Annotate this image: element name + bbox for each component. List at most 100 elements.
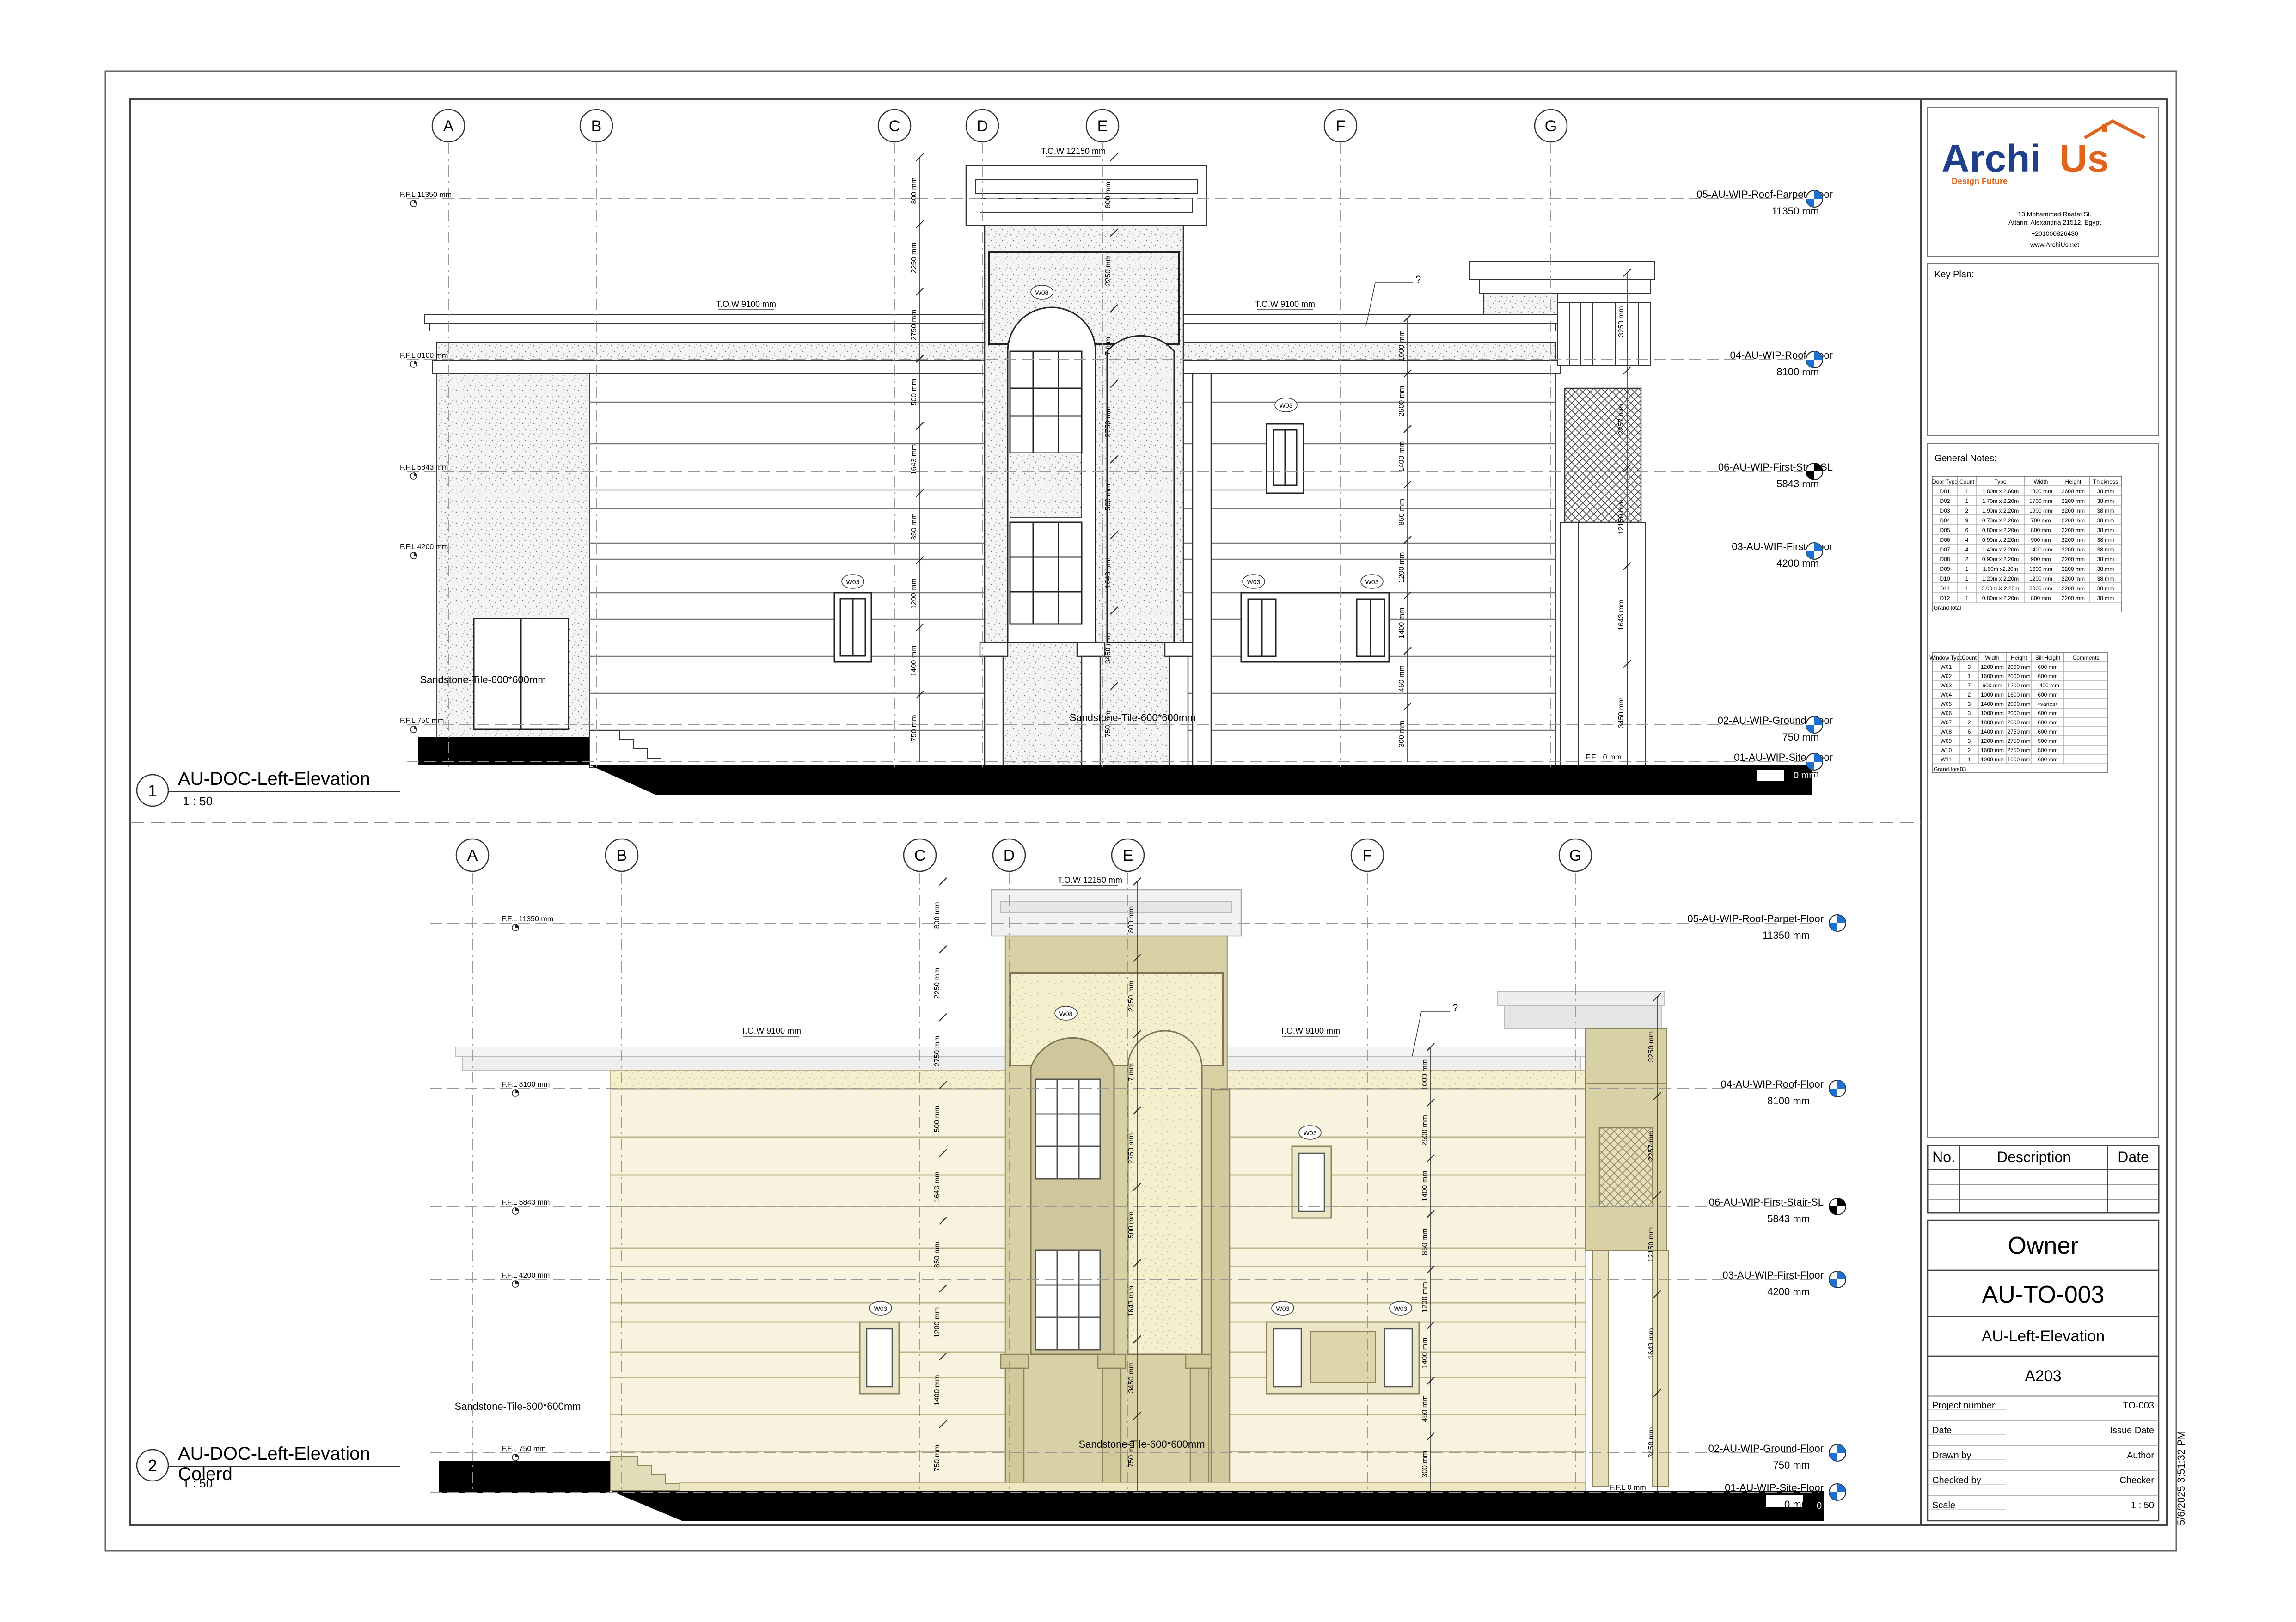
sheet-name: AU-Left-Elevation (1982, 1328, 2105, 1345)
table-cell-text: 1400 mm (2036, 682, 2059, 689)
tow-tag: T.O.W 9100 mm (716, 300, 776, 309)
marker-quadrant (1829, 1492, 1837, 1500)
window-tag: W08 (1035, 289, 1049, 296)
table-cell-text: 0.90m x 2.20m (1982, 556, 2019, 563)
table-cell-text: 2200 mm (2062, 575, 2085, 582)
table-cell-text: 1 (1965, 575, 1969, 582)
table-cell-text: 1600 mm (1981, 747, 2004, 753)
dimension-text: 450 mm (1421, 1396, 1429, 1422)
dimension-text: 1200 mm (933, 1307, 941, 1338)
level-marker-icon (1806, 351, 1823, 368)
field-value: TO-003 (2123, 1401, 2154, 1411)
level-marker-icon (1806, 753, 1823, 771)
table-cell-text: 2200 mm (2062, 546, 2085, 553)
table-cell-text: 2750 mm (2007, 738, 2030, 744)
revision-header-description: Description (1997, 1149, 2071, 1165)
table-footer: Grand total (1934, 605, 1961, 611)
table-cell-text: 2 (1965, 556, 1969, 563)
table-header: Sill Height (2035, 655, 2061, 661)
table-cell-text: 1 (1965, 595, 1969, 601)
table-cell (2063, 754, 2108, 764)
dimension-text: 3450 mm (1104, 633, 1112, 664)
dimension-text: 850 mm (933, 1241, 941, 1268)
table-cell (2063, 745, 2108, 755)
dimension-text: 1400 mm (1398, 441, 1406, 472)
table-cell-text: W04 (1941, 692, 1952, 698)
dimension-text: 2750 mm (1127, 1133, 1135, 1164)
ffl-tag: F.F.L 4200 mm (400, 543, 448, 551)
table-cell-text: 7 (1968, 682, 1971, 689)
table-cell-text: 38 mm (2097, 556, 2114, 563)
ffl-marker-fill (414, 473, 417, 476)
key-plan-label: Key Plan: (1935, 269, 1974, 280)
dimension-text: 1200 mm (910, 578, 918, 609)
revision-table: No. Description Date (1927, 1145, 2160, 1214)
ffl-marker-fill (414, 726, 417, 729)
dimension-text: 1643 mm (933, 1171, 941, 1202)
dimension-text: 12150 mm (1647, 1227, 1655, 1262)
table-cell-text: 800 mm (2031, 595, 2051, 601)
table-cell (2063, 689, 2108, 699)
table-cell-text: D06 (1940, 537, 1950, 543)
table-cell-text: 600 mm (2038, 692, 2057, 698)
table-cell-text: 3 (1968, 738, 1971, 744)
table-cell-text: 3 (1968, 664, 1971, 670)
dimension-text: 800 mm (1104, 182, 1112, 208)
marker-quadrant (1829, 923, 1837, 931)
ground-slab-colored (439, 1461, 610, 1493)
table-cell-text: 38 mm (2097, 566, 2114, 572)
table-cell-text: 38 mm (2097, 575, 2114, 582)
level-elevation: 4200 mm (1767, 1286, 1810, 1298)
table-cell-text: 1700 mm (2029, 498, 2052, 504)
window-tag: W03 (1365, 578, 1379, 586)
window-schedule-table: Window TypeCount Width Height Sill Height Co… (1929, 652, 2108, 773)
level-marker-icon (1829, 1444, 1846, 1462)
table-cell-text: D02 (1940, 498, 1950, 504)
dimension-text: 500 mm (1127, 1212, 1135, 1238)
marker-quadrant (1829, 1206, 1837, 1215)
table-cell-text: 1 (1965, 498, 1969, 504)
elevation-1 (418, 165, 1812, 795)
table-cell-text: 1.90m x 2.20m (1982, 508, 2019, 514)
table-cell-text: 900 mm (2031, 556, 2051, 563)
dimension-text: 1643 mm (1104, 557, 1112, 588)
grid-label: G (1569, 847, 1581, 864)
field-value: Checker (2120, 1475, 2155, 1486)
level-name: 02-AU-WIP-Ground-Floor (1708, 1443, 1824, 1454)
address-line: Attarin, Alexandria 21512, Egypt (2008, 219, 2101, 226)
level-name: 05-AU-WIP-Roof-Parpet-Floor (1687, 913, 1824, 924)
ffl-tag: F.F.L 11350 mm (400, 191, 452, 199)
table-cell-text: 0.80m x 2.20m (1982, 527, 2019, 533)
table-cell-text: 3000 mm (2029, 585, 2052, 592)
dimension-text: 300 mm (1398, 721, 1406, 747)
window-tag: W03 (1280, 402, 1293, 409)
field-label: Drawn by (1932, 1451, 1971, 1461)
table-cell-text: 38 mm (2097, 508, 2114, 514)
table-cell-text: 1200 mm (1981, 738, 2004, 744)
table-cell-text: W11 (1941, 756, 1952, 763)
drawing-sheet: Archi Us Design Future 13 Mohammad Raafa… (104, 70, 2187, 1552)
table-cell-text: D11 (1940, 585, 1950, 592)
ffl-tag: F.F.L 5843 mm (502, 1199, 550, 1206)
table-cell-text: 1000 mm (1981, 692, 2004, 698)
dimension-text: 1400 mm (933, 1375, 941, 1406)
ffl-tag: F.F.L 5843 mm (400, 464, 448, 471)
title-block-fields: Project number TO-003 Date Issue Date Drawn … (1928, 1401, 2159, 1511)
window-tag: W03 (1276, 1305, 1290, 1312)
material-tag: Sandstone-Tile-600*600mm (1078, 1438, 1205, 1450)
table-cell-text: W07 (1941, 719, 1952, 726)
material-tag: Sandstone-Tile-600*600mm (1069, 712, 1195, 723)
view-number: 1 (148, 781, 157, 800)
dimension-text: 2250 mm (1127, 980, 1135, 1011)
grid-label: C (889, 117, 900, 135)
level-name: 01-AU-WIP-Site-Floor (1725, 1482, 1824, 1493)
dimension-text: 12150 mm (1617, 500, 1625, 535)
table-cell-text: W05 (1941, 701, 1952, 707)
table-cell (2063, 680, 2108, 690)
table-cell-text: 2 (1968, 692, 1971, 698)
dimension-text: 800 mm (1127, 906, 1135, 933)
table-cell-text: 2000 mm (2007, 673, 2030, 679)
grid-label: E (1123, 847, 1133, 864)
table-cell-text: D10 (1940, 575, 1950, 582)
level-marker-icon (1829, 1483, 1846, 1501)
